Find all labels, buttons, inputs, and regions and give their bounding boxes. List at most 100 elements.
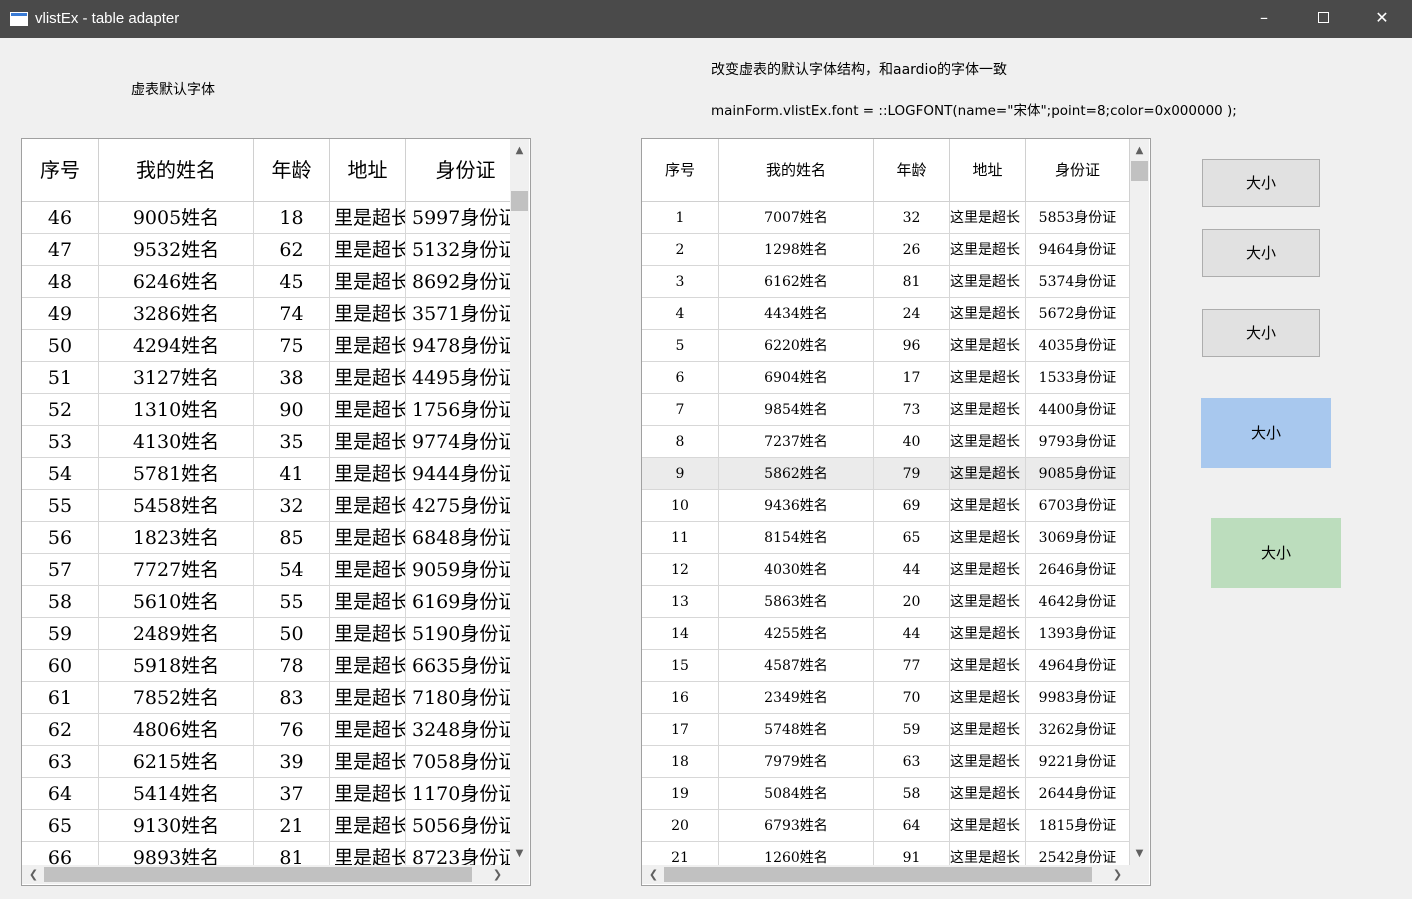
left-table-row[interactable]: 66 9893姓名 81 里是超长 8723身份证 — [22, 842, 510, 865]
right-table-row[interactable]: 4 4434姓名 24 这里是超长 5672身份证 — [642, 298, 1130, 330]
scroll-left-icon[interactable]: ❮ — [644, 865, 663, 884]
right-address-cell: 这里是超长 — [950, 522, 1026, 554]
right-table-row[interactable]: 12 4030姓名 44 这里是超长 2646身份证 — [642, 554, 1130, 586]
left-header-index[interactable]: 序号 — [22, 139, 99, 201]
size-button-blue[interactable]: 大小 — [1201, 398, 1331, 468]
maximize-button[interactable] — [1293, 0, 1353, 38]
right-index-cell: 18 — [642, 746, 719, 778]
left-age-cell: 45 — [254, 266, 330, 298]
left-age-cell: 78 — [254, 650, 330, 682]
right-table-row[interactable]: 17 5748姓名 59 这里是超长 3262身份证 — [642, 714, 1130, 746]
right-header-id[interactable]: 身份证 — [1026, 139, 1130, 201]
right-horizontal-scrollbar[interactable]: ❮ ❯ — [642, 865, 1130, 884]
left-horizontal-scrollbar[interactable]: ❮ ❯ — [22, 865, 510, 884]
right-table-row[interactable]: 10 9436姓名 69 这里是超长 6703身份证 — [642, 490, 1130, 522]
left-table-row[interactable]: 47 9532姓名 62 里是超长 5132身份证 — [22, 234, 510, 266]
size-button-1[interactable]: 大小 — [1202, 159, 1320, 207]
close-button[interactable]: ✕ — [1352, 0, 1412, 38]
left-name-cell: 5918姓名 — [99, 650, 254, 682]
right-table-row[interactable]: 2 1298姓名 26 这里是超长 9464身份证 — [642, 234, 1130, 266]
size-button-green[interactable]: 大小 — [1211, 518, 1341, 588]
right-table-row[interactable]: 21 1260姓名 91 这里是超长 2542身份证 — [642, 842, 1130, 865]
right-id-cell: 1533身份证 — [1026, 362, 1130, 394]
right-table-row[interactable]: 8 7237姓名 40 这里是超长 9793身份证 — [642, 426, 1130, 458]
right-table-row[interactable]: 6 6904姓名 17 这里是超长 1533身份证 — [642, 362, 1130, 394]
left-table-row[interactable]: 55 5458姓名 32 里是超长 4275身份证 — [22, 490, 510, 522]
scroll-up-icon[interactable]: ▲ — [510, 142, 529, 159]
left-index-cell: 50 — [22, 330, 99, 362]
scroll-corner — [510, 865, 529, 884]
left-header-name[interactable]: 我的姓名 — [99, 139, 254, 201]
left-index-cell: 55 — [22, 490, 99, 522]
left-table-row[interactable]: 50 4294姓名 75 里是超长 9478身份证 — [22, 330, 510, 362]
right-index-cell: 20 — [642, 810, 719, 842]
right-header-name[interactable]: 我的姓名 — [719, 139, 874, 201]
right-header-age[interactable]: 年龄 — [874, 139, 950, 201]
left-table-row[interactable]: 60 5918姓名 78 里是超长 6635身份证 — [22, 650, 510, 682]
minimize-button[interactable]: – — [1234, 0, 1294, 38]
left-vertical-thumb[interactable] — [511, 191, 528, 211]
right-table-row[interactable]: 15 4587姓名 77 这里是超长 4964身份证 — [642, 650, 1130, 682]
left-header-address[interactable]: 地址 — [330, 139, 406, 201]
right-id-cell: 4400身份证 — [1026, 394, 1130, 426]
right-id-cell: 5374身份证 — [1026, 266, 1130, 298]
right-vlist-table[interactable]: 序号 我的姓名 年龄 地址 身份证 1 7007姓名 32 这里是超长 5853身份证 2… — [641, 138, 1151, 886]
left-table-row[interactable]: 61 7852姓名 83 里是超长 7180身份证 — [22, 682, 510, 714]
right-age-cell: 32 — [874, 202, 950, 234]
right-table-row[interactable]: 1 7007姓名 32 这里是超长 5853身份证 — [642, 202, 1130, 234]
left-age-cell: 81 — [254, 842, 330, 865]
right-table-row[interactable]: 7 9854姓名 73 这里是超长 4400身份证 — [642, 394, 1130, 426]
left-table-row[interactable]: 53 4130姓名 35 里是超长 9774身份证 — [22, 426, 510, 458]
right-table-row[interactable]: 3 6162姓名 81 这里是超长 5374身份证 — [642, 266, 1130, 298]
right-vertical-scrollbar[interactable]: ▲ ▼ — [1130, 139, 1149, 865]
right-table-row[interactable]: 16 2349姓名 70 这里是超长 9983身份证 — [642, 682, 1130, 714]
right-table-row[interactable]: 14 4255姓名 44 这里是超长 1393身份证 — [642, 618, 1130, 650]
scroll-right-icon[interactable]: ❯ — [1108, 865, 1127, 884]
left-header-id[interactable]: 身份证 — [406, 139, 510, 201]
left-table-row[interactable]: 49 3286姓名 74 里是超长 3571身份证 — [22, 298, 510, 330]
left-index-cell: 57 — [22, 554, 99, 586]
left-table-row[interactable]: 63 6215姓名 39 里是超长 7058身份证 — [22, 746, 510, 778]
left-index-cell: 60 — [22, 650, 99, 682]
left-header-age[interactable]: 年龄 — [254, 139, 330, 201]
right-table-row[interactable]: 11 8154姓名 65 这里是超长 3069身份证 — [642, 522, 1130, 554]
left-table-row[interactable]: 54 5781姓名 41 里是超长 9444身份证 — [22, 458, 510, 490]
scroll-left-icon[interactable]: ❮ — [24, 865, 43, 884]
right-table-row[interactable]: 5 6220姓名 96 这里是超长 4035身份证 — [642, 330, 1130, 362]
size-button-3[interactable]: 大小 — [1202, 309, 1320, 357]
left-id-cell: 5997身份证 — [406, 202, 510, 234]
right-table-row[interactable]: 13 5863姓名 20 这里是超长 4642身份证 — [642, 586, 1130, 618]
left-table-row[interactable]: 52 1310姓名 90 里是超长 1756身份证 — [22, 394, 510, 426]
scroll-down-icon[interactable]: ▼ — [510, 845, 529, 862]
left-table-row[interactable]: 58 5610姓名 55 里是超长 6169身份证 — [22, 586, 510, 618]
left-table-row[interactable]: 51 3127姓名 38 里是超长 4495身份证 — [22, 362, 510, 394]
left-table-row[interactable]: 46 9005姓名 18 里是超长 5997身份证 — [22, 202, 510, 234]
left-vertical-scrollbar[interactable]: ▲ ▼ — [510, 139, 529, 865]
right-vertical-thumb[interactable] — [1131, 161, 1148, 181]
scroll-down-icon[interactable]: ▼ — [1130, 845, 1149, 862]
left-table-row[interactable]: 65 9130姓名 21 里是超长 5056身份证 — [22, 810, 510, 842]
left-horizontal-thumb[interactable] — [44, 867, 472, 882]
left-table-row[interactable]: 59 2489姓名 50 里是超长 5190身份证 — [22, 618, 510, 650]
left-table-row[interactable]: 48 6246姓名 45 里是超长 8692身份证 — [22, 266, 510, 298]
scroll-right-icon[interactable]: ❯ — [488, 865, 507, 884]
left-table-row[interactable]: 62 4806姓名 76 里是超长 3248身份证 — [22, 714, 510, 746]
right-table-row[interactable]: 18 7979姓名 63 这里是超长 9221身份证 — [642, 746, 1130, 778]
right-id-cell: 5672身份证 — [1026, 298, 1130, 330]
right-horizontal-thumb[interactable] — [664, 867, 1092, 882]
left-table-row[interactable]: 64 5414姓名 37 里是超长 1170身份证 — [22, 778, 510, 810]
scroll-up-icon[interactable]: ▲ — [1130, 142, 1149, 159]
size-button-2[interactable]: 大小 — [1202, 229, 1320, 277]
left-table-row[interactable]: 57 7727姓名 54 里是超长 9059身份证 — [22, 554, 510, 586]
left-table-row[interactable]: 56 1823姓名 85 里是超长 6848身份证 — [22, 522, 510, 554]
right-age-cell: 63 — [874, 746, 950, 778]
right-address-cell: 这里是超长 — [950, 362, 1026, 394]
right-table-row[interactable]: 20 6793姓名 64 这里是超长 1815身份证 — [642, 810, 1130, 842]
left-vlist-table[interactable]: 序号 我的姓名 年龄 地址 身份证 46 9005姓名 18 里是超长 5997身份证 4… — [21, 138, 531, 886]
right-header-index[interactable]: 序号 — [642, 139, 719, 201]
right-table-row[interactable]: 9 5862姓名 79 这里是超长 9085身份证 — [642, 458, 1130, 490]
right-table-row[interactable]: 19 5084姓名 58 这里是超长 2644身份证 — [642, 778, 1130, 810]
left-address-cell: 里是超长 — [330, 778, 406, 810]
left-name-cell: 4294姓名 — [99, 330, 254, 362]
right-header-address[interactable]: 地址 — [950, 139, 1026, 201]
